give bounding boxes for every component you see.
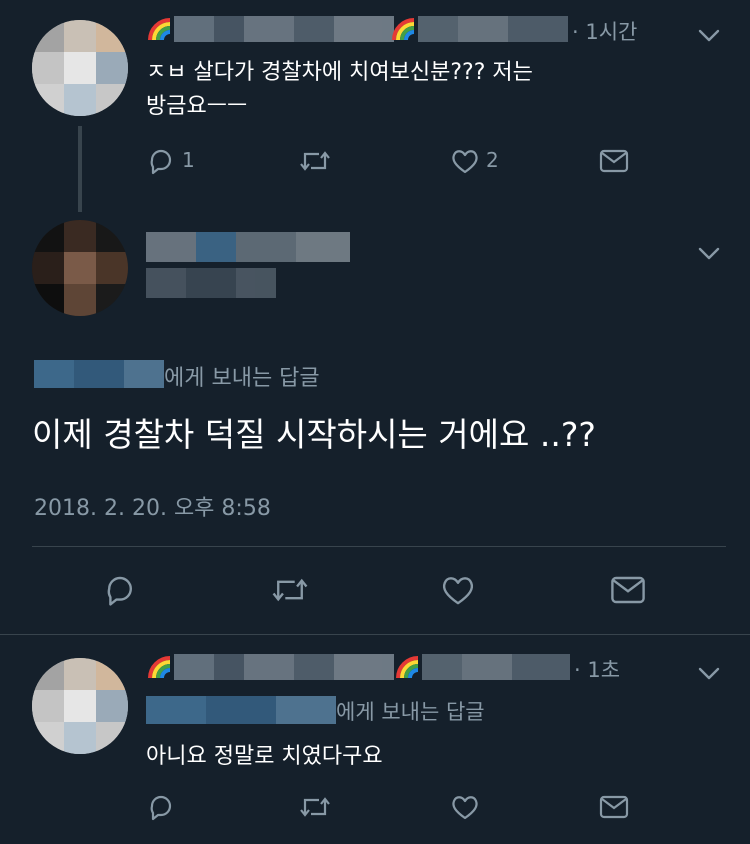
avatar[interactable] [32, 658, 128, 754]
reply-to-handle-redacted[interactable] [34, 360, 164, 388]
avatar[interactable] [32, 20, 128, 116]
reply-icon[interactable] [146, 146, 176, 176]
reply-to-handle-redacted[interactable] [146, 696, 336, 724]
handle-redacted[interactable] [418, 16, 568, 42]
reply-icon[interactable] [102, 572, 138, 608]
chevron-down-icon[interactable] [696, 240, 722, 266]
tweet-reply[interactable]: · 1초 에게 보내는 답글 아니요 정말로 치였다구요 [0, 636, 750, 844]
retweet-icon[interactable] [270, 572, 310, 608]
tweet-text: 아니요 정말로 치였다구요 [146, 744, 383, 769]
tweet-time[interactable]: · 1시간 [572, 16, 637, 46]
message-icon[interactable] [608, 572, 648, 608]
rainbow-emoji [392, 14, 416, 41]
handle-redacted[interactable] [146, 268, 276, 298]
like-icon[interactable] [440, 572, 476, 608]
reply-to-label: 에게 보내는 답글 [336, 700, 485, 724]
tweet-timestamp[interactable]: 2018. 2. 20. 오후 8:58 [34, 490, 271, 522]
display-name-redacted[interactable] [146, 232, 350, 262]
tweet-text-line1: ㅈㅂ 살다가 경찰차에 치여보신분??? 저는 [146, 60, 533, 85]
rainbow-emoji [148, 14, 172, 41]
rainbow-emoji [148, 652, 172, 679]
reply-to-label: 에게 보내는 답글 [164, 366, 320, 391]
message-icon[interactable] [598, 792, 630, 822]
like-icon[interactable] [450, 146, 480, 176]
chevron-down-icon[interactable] [696, 660, 722, 686]
reply-icon[interactable] [146, 792, 176, 822]
retweet-icon[interactable] [298, 146, 332, 176]
tweet-time[interactable]: · 1초 [574, 654, 620, 684]
avatar[interactable] [32, 220, 128, 316]
retweet-icon[interactable] [298, 792, 332, 822]
tweet-text: 이제 경찰차 덕질 시작하시는 거에요 ..?? [32, 415, 596, 454]
reply-count: 1 [182, 148, 195, 172]
tweet-main: 에게 보내는 답글 이제 경찰차 덕질 시작하시는 거에요 ..?? 2018.… [0, 200, 750, 636]
divider [0, 634, 750, 635]
divider [32, 546, 726, 547]
chevron-down-icon[interactable] [696, 22, 722, 48]
rainbow-emoji [396, 652, 420, 679]
display-name-redacted[interactable] [174, 16, 394, 42]
like-count: 2 [486, 148, 499, 172]
tweet-text-line2: 방금요ㅡㅡ [146, 94, 248, 119]
handle-redacted[interactable] [422, 654, 570, 680]
tweet-first[interactable]: · 1시간 ㅈㅂ 살다가 경찰차에 치여보신분??? 저는 방금요ㅡㅡ 1 2 [0, 0, 750, 212]
like-icon[interactable] [450, 792, 480, 822]
message-icon[interactable] [598, 146, 630, 176]
display-name-redacted[interactable] [174, 654, 394, 680]
